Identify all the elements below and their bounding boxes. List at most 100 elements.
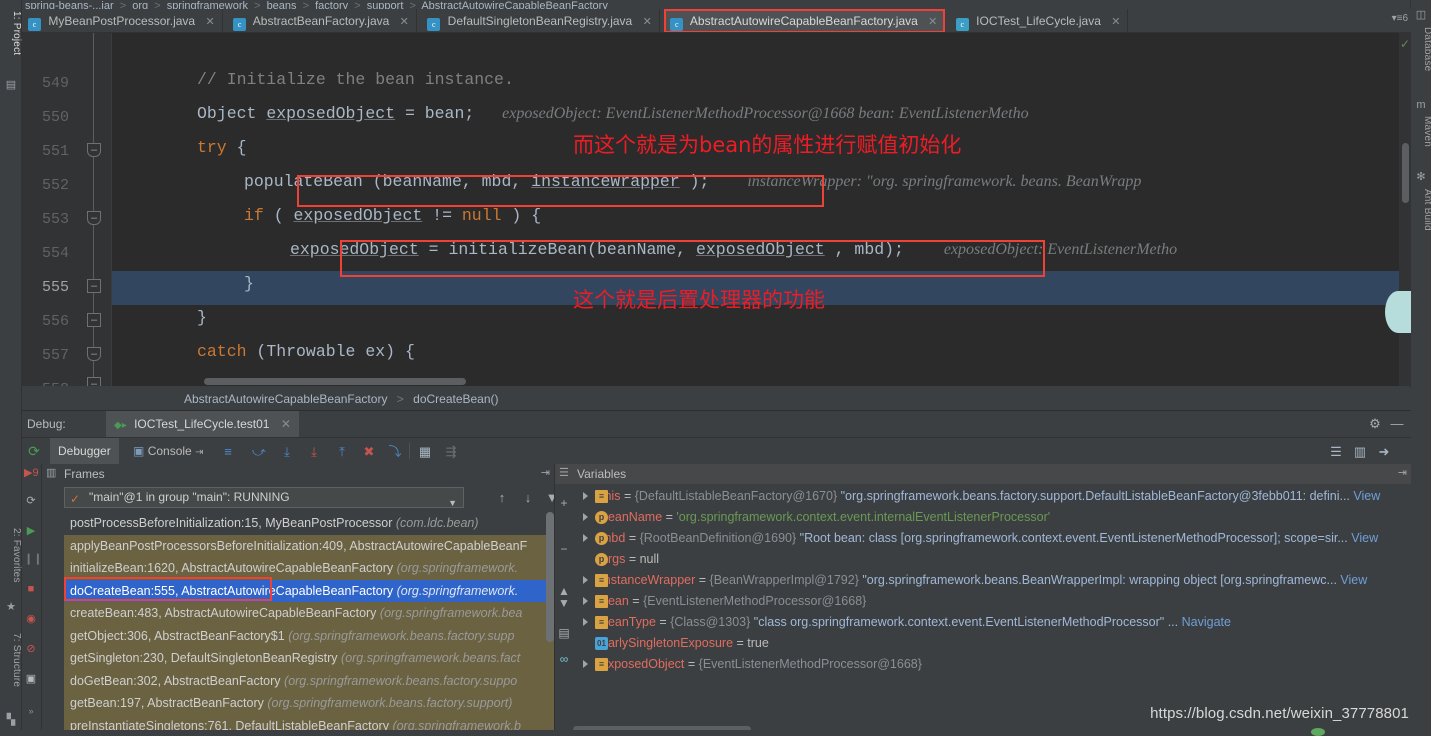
stop-icon[interactable]: ■ (24, 582, 38, 596)
tab-console[interactable]: ▣ Console ⇥ (125, 438, 211, 465)
more-icon[interactable]: » (24, 704, 38, 718)
step-over-icon[interactable]: ⤻ (250, 443, 268, 460)
editor-vertical-scrollbar[interactable] (1402, 143, 1409, 203)
list-item[interactable]: ≡ instanceWrapper = {BeanWrapperImpl@179… (573, 570, 1411, 591)
breadcrumb-item[interactable]: AbstractAutowireCapableBeanFactory (421, 0, 607, 9)
step-out-icon[interactable]: ⤒ (333, 443, 351, 460)
editor-tab[interactable]: c AbstractBeanFactory.java ✕ (227, 9, 417, 32)
close-icon[interactable]: ✕ (928, 16, 937, 28)
move-down-icon[interactable]: ↓ (520, 490, 536, 506)
fold-marker-icon[interactable]: – (87, 211, 101, 225)
show-execution-point-icon[interactable]: ≡ (219, 443, 237, 460)
frames-settings-icon[interactable]: ⇥ (541, 466, 550, 479)
breadcrumb-item[interactable]: beans (267, 0, 297, 9)
list-item[interactable]: postProcessBeforeInitialization:15, MyBe… (64, 512, 554, 535)
fold-marker-icon[interactable]: – (87, 347, 101, 361)
rerun-debug-icon[interactable]: ⟳ (24, 494, 38, 508)
code-editor[interactable]: 549 550 551 552 553 554 555 556 557 558 … (22, 33, 1411, 386)
resume-program-icon[interactable]: ▶9 (24, 466, 39, 480)
list-item[interactable]: ≡ bean = {EventListenerMethodProcessor@1… (573, 591, 1411, 612)
list-item[interactable]: doGetBean:302, AbstractBeanFactory (org.… (64, 669, 554, 692)
editor-tab[interactable]: c DefaultSingletonBeanRegistry.java ✕ (421, 9, 660, 32)
list-item[interactable]: getObject:306, AbstractBeanFactory$1 (or… (64, 624, 554, 647)
editor-horizontal-scrollbar[interactable] (204, 378, 466, 385)
list-item[interactable]: applyBeanPostProcessorsBeforeInitializat… (64, 534, 554, 557)
sidebar-item-database[interactable]: Database (1411, 24, 1431, 71)
list-item[interactable]: 01 earlySingletonExposure = true (573, 633, 1411, 654)
variables-tree[interactable]: ≡ this = {DefaultListableBeanFactory@167… (555, 486, 1411, 736)
fold-marker-icon[interactable]: – (87, 143, 101, 157)
list-item[interactable]: ≡ exposedObject = {EventListenerMethodPr… (573, 654, 1411, 675)
close-icon[interactable]: ✕ (205, 16, 214, 28)
fold-marker-icon[interactable]: – (87, 377, 101, 386)
help-icon[interactable]: ➜ (1375, 443, 1393, 460)
view-breakpoints-icon[interactable]: ◉ (24, 612, 38, 626)
gear-icon[interactable]: ⚙ (1367, 416, 1383, 432)
view-link[interactable]: View (1351, 531, 1378, 545)
chevron-right-icon[interactable] (583, 597, 588, 605)
view-link[interactable]: View (1353, 489, 1380, 503)
editor-tab[interactable]: c MyBeanPostProcessor.java ✕ (22, 9, 223, 32)
variables-settings-icon[interactable]: ⇥ (1398, 466, 1407, 479)
debug-session-tab[interactable]: ◆▸ IOCTest_LifeCycle.test01 ✕ (106, 411, 299, 438)
pause-icon[interactable]: ❙❙ (24, 552, 42, 566)
list-item[interactable]: ≡ this = {DefaultListableBeanFactory@167… (573, 486, 1411, 507)
breadcrumb-item[interactable]: support (367, 0, 404, 9)
list-item[interactable]: p mbd = {RootBeanDefinition@1690} "Root … (573, 528, 1411, 549)
resume-icon[interactable]: ▶ (24, 524, 38, 538)
chevron-down-icon[interactable]: ▼ (448, 494, 457, 513)
breadcrumb-item[interactable]: springframework (167, 0, 248, 9)
thread-selector[interactable]: ✓ "main"@1 in group "main": RUNNING ▼ (64, 487, 464, 508)
breadcrumb-item[interactable]: factory (315, 0, 348, 9)
minimize-icon[interactable]: — (1389, 416, 1405, 432)
screenshot-icon[interactable]: ▣ (24, 672, 38, 686)
editor-marker-bar[interactable]: ✓ (1399, 33, 1411, 386)
code-folding-gutter[interactable]: – – – – – – (77, 33, 112, 386)
view-link[interactable]: View (1340, 573, 1367, 587)
sidebar-item-project[interactable]: 1: Project (0, 8, 22, 55)
restore-layout-icon[interactable]: ▥ (1351, 443, 1369, 460)
list-item[interactable]: getBean:197, AbstractBeanFactory (org.sp… (64, 692, 554, 715)
force-step-into-icon[interactable]: ⤓ (305, 443, 323, 460)
sidebar-item-maven[interactable]: Maven (1411, 113, 1431, 147)
drop-frame-icon[interactable]: ✖ (360, 443, 378, 460)
run-to-cursor-icon[interactable]: ⤵ (386, 443, 404, 460)
chevron-right-icon[interactable] (583, 618, 588, 626)
list-item[interactable]: p beanName = 'org.springframework.contex… (573, 507, 1411, 528)
move-up-icon[interactable]: ↑ (494, 490, 510, 506)
evaluate-expression-icon[interactable]: ▦ (416, 443, 434, 460)
close-icon[interactable]: ✕ (281, 417, 291, 431)
chevron-right-icon[interactable] (583, 660, 588, 668)
navigate-link[interactable]: Navigate (1182, 615, 1231, 629)
fold-marker-icon[interactable]: – (87, 279, 101, 293)
step-into-icon[interactable]: ⤓ (278, 443, 296, 460)
sidebar-item-favorites[interactable]: 2: Favorites (0, 525, 22, 583)
sidebar-item-ant-build[interactable]: Ant Build (1411, 186, 1431, 231)
breadcrumb-method[interactable]: doCreateBean() (413, 392, 498, 406)
code-text-area[interactable]: // Initialize the bean instance. Object … (112, 33, 1411, 386)
chevron-right-icon[interactable] (583, 534, 588, 542)
fold-marker-icon[interactable]: – (87, 313, 101, 327)
tab-overflow-button[interactable]: ▾≡6 (1392, 13, 1408, 24)
editor-tab-active[interactable]: c AbstractAutowireCapableBeanFactory.jav… (664, 9, 946, 32)
close-icon[interactable]: ✕ (400, 16, 409, 28)
settings-list-icon[interactable]: ☰ (1327, 443, 1345, 460)
layout-settings-icon[interactable]: ⇶ (442, 443, 460, 460)
rerun-icon[interactable]: ⟳ (25, 443, 43, 460)
frames-scrollbar[interactable] (546, 512, 554, 642)
chevron-right-icon[interactable] (583, 513, 588, 521)
list-item[interactable]: p args = null (573, 549, 1411, 570)
breadcrumb-item[interactable]: spring-beans-...jar (25, 0, 114, 9)
tab-debugger[interactable]: Debugger (50, 438, 119, 465)
chevron-right-icon[interactable] (583, 576, 588, 584)
close-icon[interactable]: ✕ (643, 16, 652, 28)
mute-breakpoints-icon[interactable]: ⊘ (24, 642, 38, 656)
editor-tab[interactable]: c IOCTest_LifeCycle.java ✕ (950, 9, 1129, 32)
breadcrumb-item[interactable]: org (132, 0, 148, 9)
close-icon[interactable]: ✕ (1111, 16, 1120, 28)
sidebar-item-structure[interactable]: 7: Structure (0, 630, 22, 687)
list-item[interactable]: getSingleton:230, DefaultSingletonBeanRe… (64, 647, 554, 670)
chevron-right-icon[interactable] (583, 492, 588, 500)
list-item[interactable]: createBean:483, AbstractAutowireCapableB… (64, 602, 554, 625)
list-item[interactable]: ≡ beanType = {Class@1303} "class org.spr… (573, 612, 1411, 633)
